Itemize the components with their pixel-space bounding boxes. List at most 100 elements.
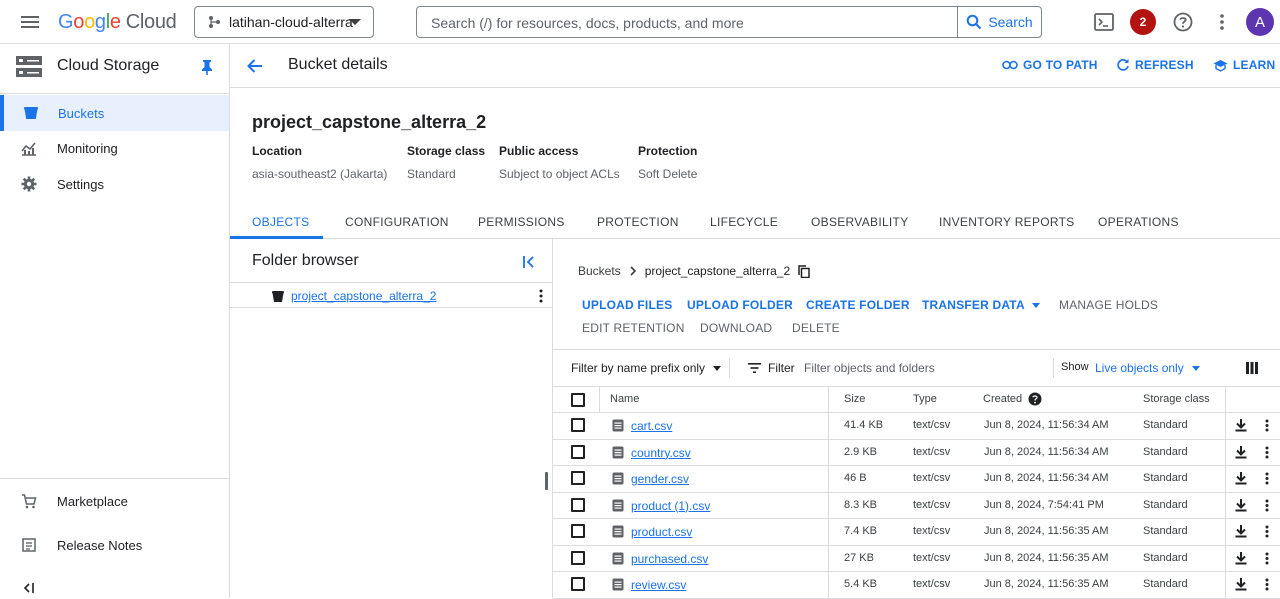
column-header-storage-class[interactable]: Storage class [1143,393,1210,405]
column-divider [1225,413,1226,439]
sidebar-item-buckets[interactable]: Buckets [0,95,229,131]
table-row[interactable]: gender.csv 46 B text/csv Jun 8, 2024, 11:56… [553,466,1280,493]
object-name-link[interactable]: country.csv [631,446,691,460]
delete-button[interactable]: DELETE [792,321,840,335]
row-checkbox[interactable] [571,418,585,432]
sidebar-item-settings[interactable]: Settings [0,166,229,202]
table-row[interactable]: product (1).csv 8.3 KB text/csv Jun 8, 2024… [553,492,1280,519]
tab-permissions[interactable]: PERMISSIONS [478,215,565,229]
sidebar-item-monitoring[interactable]: Monitoring [0,130,229,166]
upload-files-button[interactable]: UPLOAD FILES [582,298,672,312]
column-divider [1225,387,1226,413]
search-button[interactable]: Search [957,7,1041,37]
table-row[interactable]: purchased.csv 27 KB text/csv Jun 8, 2024, 1… [553,545,1280,572]
column-display-icon[interactable] [1246,362,1258,374]
object-name-link[interactable]: purchased.csv [631,552,708,566]
table-row[interactable]: review.csv 5.4 KB text/csv Jun 8, 2024, 11:… [553,572,1280,599]
menu-icon[interactable] [20,12,40,32]
filter-button[interactable]: Filter [748,361,795,375]
manage-holds-button[interactable]: MANAGE HOLDS [1059,298,1158,312]
row-checkbox[interactable] [571,444,585,459]
column-header-size[interactable]: Size [844,393,865,405]
more-vert-icon[interactable] [1263,578,1271,591]
tab-objects[interactable]: OBJECTS [252,215,309,229]
download-icon[interactable] [1235,551,1247,565]
more-vert-icon[interactable] [536,289,546,303]
download-button[interactable]: DOWNLOAD [700,321,772,335]
more-vert-icon[interactable] [1263,419,1271,432]
sidebar-item-marketplace[interactable]: Marketplace [0,483,229,519]
object-name-link[interactable]: gender.csv [631,472,689,486]
sidebar-item-label: Settings [57,176,104,192]
back-arrow-icon[interactable] [246,57,264,75]
help-icon[interactable] [1028,392,1042,406]
column-divider [828,572,829,598]
download-icon[interactable] [1235,524,1247,538]
project-picker[interactable]: latihan-cloud-alterra [194,6,374,38]
pin-icon[interactable] [200,59,214,75]
column-header-created[interactable]: Created [983,393,1022,405]
row-checkbox[interactable] [571,524,585,538]
more-vert-icon[interactable] [1211,11,1233,33]
object-storage-class: Standard [1143,498,1188,511]
avatar[interactable]: A [1246,8,1274,36]
object-name-link[interactable]: review.csv [631,578,686,592]
tab-lifecycle[interactable]: LIFECYCLE [710,215,778,229]
resize-handle[interactable] [545,472,548,490]
row-checkbox[interactable] [571,497,585,512]
refresh-button[interactable]: REFRESH [1116,58,1194,72]
folder-tree-root-link[interactable]: project_capstone_alterra_2 [291,289,436,303]
object-name-link[interactable]: product.csv [631,525,692,539]
column-header-name[interactable]: Name [610,393,639,405]
collapse-sidebar-icon[interactable] [22,582,36,594]
filter-mode-dropdown[interactable]: Filter by name prefix only [571,361,722,375]
download-icon[interactable] [1235,577,1247,591]
more-vert-icon[interactable] [1263,499,1271,512]
object-name-link[interactable]: cart.csv [631,419,672,433]
tab-configuration[interactable]: CONFIGURATION [345,215,449,229]
terminal-icon[interactable] [1093,11,1115,33]
edit-retention-button[interactable]: EDIT RETENTION [582,321,685,335]
tab-observability[interactable]: OBSERVABILITY [811,215,909,229]
more-vert-icon[interactable] [1263,525,1271,538]
create-folder-button[interactable]: CREATE FOLDER [806,298,910,312]
help-icon[interactable] [1172,11,1194,33]
column-header-type[interactable]: Type [913,393,937,405]
search-input[interactable]: Search (/) for resources, docs, products… [431,15,744,31]
download-icon[interactable] [1235,471,1247,485]
folder-tree-root[interactable]: project_capstone_alterra_2 [230,282,552,308]
table-row[interactable]: product.csv 7.4 KB text/csv Jun 8, 2024, 11… [553,519,1280,546]
tab-protection[interactable]: PROTECTION [597,215,679,229]
google-cloud-logo[interactable]: Google Cloud [58,11,177,34]
select-all-checkbox[interactable] [571,393,585,407]
download-icon[interactable] [1235,418,1247,432]
filter-input[interactable]: Filter objects and folders [804,361,935,375]
learn-button[interactable]: LEARN [1213,58,1275,72]
row-checkbox[interactable] [571,577,585,591]
transfer-data-dropdown[interactable]: TRANSFER DATA [922,298,1040,312]
more-vert-icon[interactable] [1263,552,1271,565]
table-row[interactable]: cart.csv 41.4 KB text/csv Jun 8, 2024, 11:5… [553,413,1280,440]
more-vert-icon[interactable] [1263,472,1271,485]
project-hub-icon [209,16,220,28]
go-to-path-button[interactable]: GO TO PATH [1002,58,1098,72]
download-icon[interactable] [1235,445,1247,459]
meta-key: Storage class [407,144,486,158]
breadcrumb-buckets[interactable]: Buckets [578,264,621,278]
show-dropdown[interactable]: Live objects only [1095,361,1200,375]
sidebar-item-release-notes[interactable]: Release Notes [0,527,229,563]
collapse-panel-icon[interactable] [522,255,536,269]
more-vert-icon[interactable] [1263,446,1271,459]
row-checkbox[interactable] [571,550,585,565]
tab-operations[interactable]: OPERATIONS [1098,215,1179,229]
search-box[interactable]: Search (/) for resources, docs, products… [416,6,1042,38]
download-icon[interactable] [1235,498,1247,512]
tab-inventory-reports[interactable]: INVENTORY REPORTS [939,215,1075,229]
copy-icon[interactable] [798,264,810,278]
notification-badge[interactable]: 2 [1130,9,1156,35]
table-row[interactable]: country.csv 2.9 KB text/csv Jun 8, 2024, 11… [553,439,1280,466]
upload-folder-button[interactable]: UPLOAD FOLDER [687,298,793,312]
object-size: 46 B [844,472,867,484]
object-name-link[interactable]: product (1).csv [631,499,710,513]
row-checkbox[interactable] [571,471,585,485]
